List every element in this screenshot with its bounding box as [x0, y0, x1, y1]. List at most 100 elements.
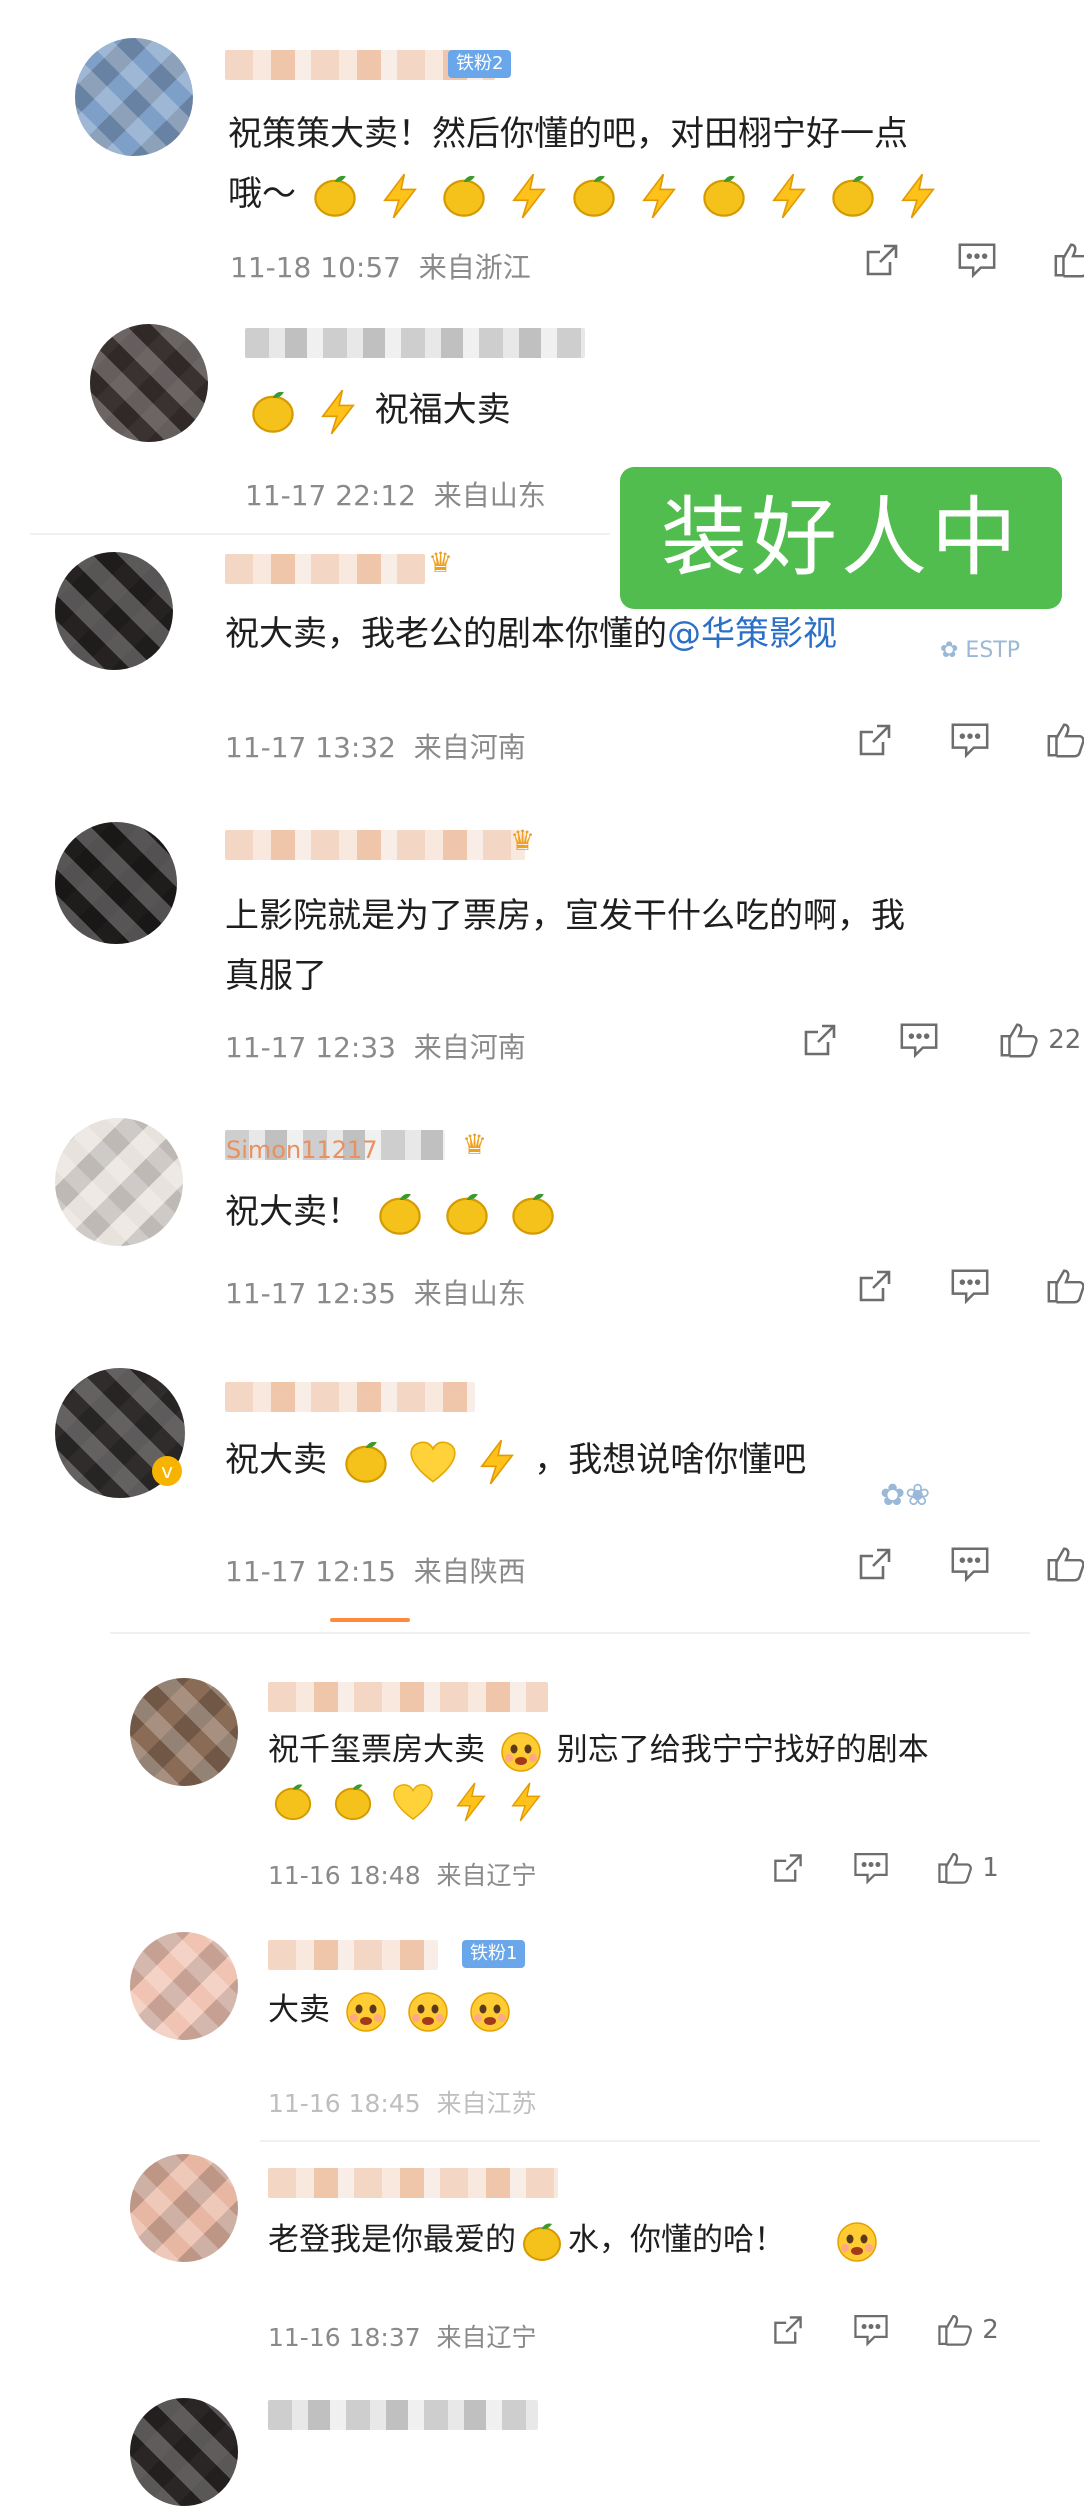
like-icon	[1045, 1266, 1084, 1306]
comment-time: 11-17 22:12	[245, 479, 416, 512]
share-button[interactable]	[862, 240, 902, 280]
comment-meta: 11-17 12:35 来自山东	[225, 1272, 526, 1312]
share-button[interactable]	[855, 1544, 895, 1584]
comment-text: 祝福大卖	[245, 382, 511, 438]
lemon-emoji	[332, 1781, 374, 1823]
verified-badge: v	[152, 1456, 182, 1486]
comment-text: 祝大卖 ，我想说啥你懂吧	[225, 1432, 806, 1488]
share-button[interactable]	[770, 1850, 806, 1886]
comment-icon	[949, 720, 991, 760]
reply-button[interactable]	[852, 1850, 890, 1886]
like-icon	[1045, 1544, 1084, 1584]
comment-actions	[862, 240, 1084, 280]
reply-button[interactable]	[949, 1544, 991, 1584]
share-button[interactable]	[770, 2312, 806, 2348]
reply-text: 老登我是你最爱的 水，你懂的哈！	[268, 2216, 883, 2264]
comment-location: 来自山东	[433, 479, 546, 512]
comment-location: 来自浙江	[418, 251, 531, 284]
username-blurred[interactable]	[268, 1940, 438, 1970]
comment-actions	[855, 1266, 1084, 1306]
reply-button[interactable]	[949, 1266, 991, 1306]
username-blurred[interactable]	[268, 2168, 558, 2198]
lightning-emoji	[896, 172, 940, 220]
reply-item: 祝千玺票房大卖 别忘了给我宁宁找好的剧本 11-16 18:48 来自辽宁 1	[0, 1660, 1084, 1900]
reply-button[interactable]	[898, 1020, 940, 1060]
username-visible[interactable]: Simon11217	[226, 1136, 378, 1164]
crown-icon: ♛	[462, 1128, 488, 1161]
reply-text-prefix: 祝千玺票房大卖	[268, 1732, 485, 1768]
comment-item: Simon11217 ♛ 祝大卖！ 11-17 12:35 来自山东	[0, 1100, 1084, 1350]
avatar[interactable]	[55, 822, 177, 944]
username-blurred[interactable]	[225, 554, 425, 584]
reply-item	[0, 2380, 1084, 2506]
lightning-emoji	[507, 172, 551, 220]
username-blurred[interactable]	[225, 830, 525, 860]
comment-text-content: 祝大卖，我老公的剧本你懂的	[225, 614, 667, 654]
like-button[interactable]: 2	[936, 2312, 999, 2348]
comment-meta: 11-17 12:33 来自河南	[225, 1026, 526, 1066]
reply-meta: 11-16 18:37 来自辽宁	[268, 2318, 537, 2354]
avatar[interactable]	[75, 38, 193, 156]
reply-text-suffix: 水，你懂的哈！	[568, 2222, 785, 2258]
crying-face-emoji	[344, 1990, 388, 2034]
like-icon	[936, 2312, 974, 2348]
divider	[260, 2140, 1040, 2142]
like-icon	[998, 1020, 1040, 1060]
share-button[interactable]	[855, 720, 895, 760]
share-icon	[800, 1020, 840, 1060]
comment-location: 来自山东	[413, 1277, 526, 1310]
like-button[interactable]	[1052, 240, 1084, 280]
mention-link[interactable]: @华策影视	[667, 614, 837, 654]
like-button[interactable]: 22	[998, 1020, 1081, 1060]
username-blurred[interactable]	[268, 1682, 548, 1712]
comment-text: 祝大卖！	[225, 1184, 561, 1240]
like-button[interactable]	[1045, 720, 1084, 760]
comment-time: 11-17 12:35	[225, 1277, 396, 1310]
reply-button[interactable]	[956, 240, 998, 280]
username-blurred[interactable]	[225, 1382, 475, 1412]
comment-item: ♛ 祝大卖，我老公的剧本你懂的@华策影视 ✿ ESTP 11-17 13:32 …	[0, 530, 1084, 780]
reply-location: 来自江苏	[436, 2089, 537, 2118]
comment-text-prefix: 祝大卖	[225, 1440, 327, 1480]
avatar[interactable]	[130, 2154, 238, 2262]
comment-icon	[949, 1544, 991, 1584]
lightning-emoji	[378, 172, 422, 220]
like-count: 2	[982, 2315, 999, 2345]
crown-icon: ♛	[510, 824, 536, 857]
decoration-card: ✿ ESTP	[940, 638, 1020, 663]
username-blurred[interactable]	[245, 328, 585, 358]
like-button[interactable]: 1	[936, 1850, 999, 1886]
avatar[interactable]	[130, 2398, 238, 2506]
crying-face-emoji	[499, 1730, 543, 1774]
reply-item: 铁粉1 大卖 11-16 18:45 来自江苏	[0, 1910, 1084, 2118]
reply-button[interactable]	[949, 720, 991, 760]
avatar[interactable]	[130, 1678, 238, 1786]
avatar[interactable]	[90, 324, 208, 442]
reply-actions: 2	[770, 2312, 999, 2348]
lightning-emoji	[767, 172, 811, 220]
comment-icon	[852, 1850, 890, 1886]
share-button[interactable]	[855, 1266, 895, 1306]
comment-location: 来自陕西	[413, 1555, 526, 1588]
reply-item: 老登我是你最爱的 水，你懂的哈！ 11-16 18:37 来自辽宁 2	[0, 2150, 1084, 2352]
lightning-emoji	[452, 1781, 490, 1823]
like-button[interactable]	[1045, 1266, 1084, 1306]
username-blurred[interactable]	[268, 2400, 538, 2430]
reply-time: 11-16 18:45	[268, 2089, 421, 2118]
crying-face-emoji	[406, 1990, 450, 2034]
comment-actions	[855, 720, 1084, 760]
reply-button[interactable]	[852, 2312, 890, 2348]
comment-text-content: 祝福大卖	[374, 390, 511, 430]
reply-text-line1: 祝千玺票房大卖 别忘了给我宁宁找好的剧本	[268, 1726, 929, 1774]
comment-item: v 祝大卖 ，我想说啥你懂吧 ✿❀ 11-17 12:15 来自陕西	[0, 1360, 1084, 1630]
comment-actions	[855, 1544, 1084, 1584]
avatar[interactable]	[55, 1118, 183, 1246]
reply-text-suffix: 别忘了给我宁宁找好的剧本	[556, 1732, 929, 1768]
like-button[interactable]	[1045, 1544, 1084, 1584]
reply-text-content: 大卖	[268, 1992, 330, 2028]
avatar[interactable]	[55, 552, 173, 670]
share-button[interactable]	[800, 1020, 840, 1060]
avatar[interactable]	[130, 1932, 238, 2040]
comment-meta: 11-17 13:32 来自河南	[225, 726, 526, 766]
share-icon	[862, 240, 902, 280]
